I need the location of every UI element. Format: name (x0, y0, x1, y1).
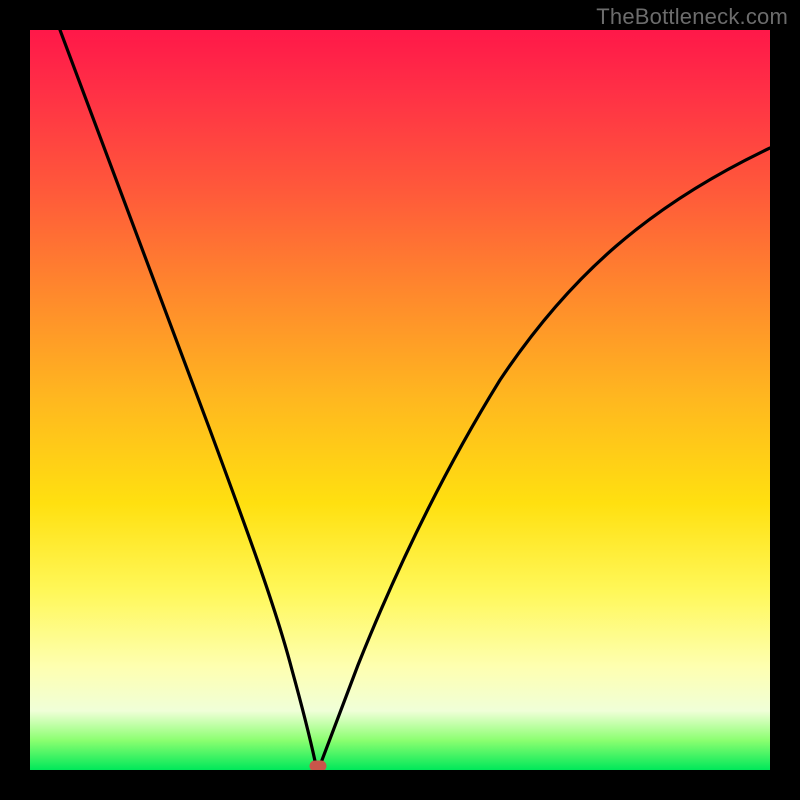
minimum-marker (310, 761, 326, 770)
chart-frame: TheBottleneck.com (0, 0, 800, 800)
curve-left-branch (60, 30, 316, 768)
curve-right-branch (319, 148, 770, 768)
plot-area (30, 30, 770, 770)
bottleneck-curve (30, 30, 770, 770)
watermark-text: TheBottleneck.com (596, 4, 788, 30)
